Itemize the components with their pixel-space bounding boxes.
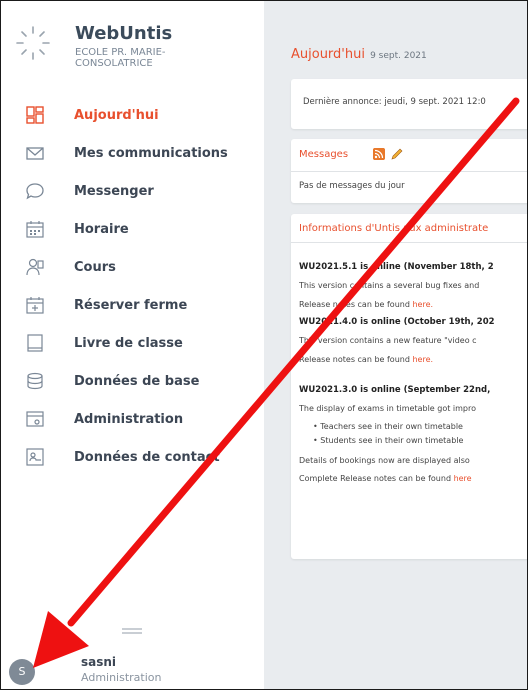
sidebar-item-label: Administration — [74, 412, 184, 427]
sidebar-item-label: Cours — [74, 260, 116, 275]
list-item-text: Teachers see in their own timetable — [320, 422, 463, 431]
news-heading: WU2021.3.0 is online (September 22nd, — [299, 385, 491, 395]
calendar-grid-icon — [26, 221, 44, 238]
messages-header: Messages — [291, 139, 527, 172]
news-heading: WU2021.4.0 is online (October 19th, 202 — [299, 317, 495, 327]
news-text: Details of bookings now are displayed al… — [299, 456, 470, 465]
news-text: The display of exams in timetable got im… — [299, 404, 477, 413]
announcement-card: Dernière annonce: jeudi, 9 sept. 2021 12… — [291, 79, 527, 129]
user-profile[interactable]: S sasni Administration — [1, 649, 264, 689]
sidebar-item-timetable[interactable]: Horaire — [1, 211, 264, 249]
sidebar-item-admin[interactable]: Administration — [1, 401, 264, 439]
main-content: Aujourd'hui 9 sept. 2021 Dernière annonc… — [264, 1, 527, 689]
untis-info-title: Informations d'Untis aux administrate — [299, 223, 489, 234]
sidebar-item-label: Messenger — [74, 184, 154, 199]
sidebar: WebUntis ECOLE PR. MARIE-CONSOLATRICE Au… — [1, 1, 264, 689]
app-window: WebUntis ECOLE PR. MARIE-CONSOLATRICE Au… — [0, 0, 528, 690]
news-heading: WU2021.5.1 is online (November 18th, 2 — [299, 262, 494, 272]
sidebar-item-booking[interactable]: Réserver ferme — [1, 287, 264, 325]
news-text: This version contains a new feature "vid… — [299, 336, 477, 345]
page-title-text: Aujourd'hui — [291, 47, 365, 62]
page-title: Aujourd'hui 9 sept. 2021 — [291, 43, 427, 62]
sidebar-item-label: Livre de classe — [74, 336, 183, 351]
sidebar-item-communications[interactable]: Mes communications — [1, 135, 264, 173]
news-text-prefix: Release notes can be found — [299, 355, 413, 364]
sidebar-item-label: Données de contact — [74, 450, 220, 465]
dashboard-icon — [26, 106, 44, 124]
last-announcement: Dernière annonce: jeudi, 9 sept. 2021 12… — [303, 97, 486, 107]
sidebar-item-today[interactable]: Aujourd'hui — [1, 97, 264, 135]
sidebar-item-contacts[interactable]: Données de contact — [1, 439, 264, 477]
list-item: • Teachers see in their own timetable — [313, 422, 463, 431]
sidebar-item-label: Mes communications — [74, 146, 228, 161]
news-text: This version contains a several bug fixe… — [299, 281, 480, 290]
app-name: WebUntis — [75, 23, 173, 44]
brand[interactable]: WebUntis ECOLE PR. MARIE-CONSOLATRICE — [15, 23, 255, 83]
webuntis-logo-icon — [16, 26, 50, 60]
messages-title: Messages — [299, 149, 349, 160]
sidebar-item-label: Aujourd'hui — [74, 108, 159, 123]
news-text-prefix: Complete Release notes can be found — [299, 474, 454, 483]
release-notes-link[interactable]: here — [454, 474, 472, 483]
settings-window-icon — [26, 411, 44, 427]
untis-info-card: Informations d'Untis aux administrate WU… — [291, 214, 527, 559]
sidebar-item-messenger[interactable]: Messenger — [1, 173, 264, 211]
pencil-icon[interactable] — [391, 148, 403, 160]
release-notes-link[interactable]: here. — [412, 355, 433, 364]
student-icon — [26, 258, 44, 276]
envelope-icon — [26, 147, 44, 160]
sidebar-item-label: Données de base — [74, 374, 200, 389]
messages-card: Messages Pas de messages du jour — [291, 139, 527, 203]
news-text: Release notes can be found here. — [299, 355, 527, 364]
school-name: ECOLE PR. MARIE-CONSOLATRICE — [75, 47, 166, 69]
sidebar-nav: Aujourd'hui Mes communications Messenger — [1, 97, 264, 477]
messages-empty: Pas de messages du jour — [299, 181, 405, 191]
sidebar-item-courses[interactable]: Cours — [1, 249, 264, 287]
page-date: 9 sept. 2021 — [370, 51, 427, 61]
user-name: sasni — [81, 655, 117, 669]
news-text: Release notes can be found here. — [299, 300, 527, 309]
avatar[interactable]: S — [9, 659, 35, 685]
sidebar-item-classbook[interactable]: Livre de classe — [1, 325, 264, 363]
list-item-text: Students see in their own timetable — [320, 436, 464, 445]
news-text-prefix: Release notes can be found — [299, 300, 413, 309]
release-notes-link[interactable]: here. — [412, 300, 433, 309]
calendar-plus-icon — [26, 297, 44, 314]
sidebar-item-label: Horaire — [74, 222, 129, 237]
book-icon — [27, 334, 43, 352]
chat-bubble-icon — [26, 183, 44, 200]
sidebar-item-masterdata[interactable]: Données de base — [1, 363, 264, 401]
user-role: Administration — [81, 671, 162, 684]
list-item: • Students see in their own timetable — [313, 436, 464, 445]
collapse-handle-icon[interactable] — [122, 627, 142, 635]
rss-icon[interactable] — [373, 148, 385, 160]
news-text: Complete Release notes can be found here — [299, 474, 527, 483]
untis-info-header: Informations d'Untis aux administrate — [291, 214, 527, 243]
database-icon — [27, 372, 43, 390]
contact-card-icon — [26, 448, 44, 466]
sidebar-item-label: Réserver ferme — [74, 298, 188, 313]
